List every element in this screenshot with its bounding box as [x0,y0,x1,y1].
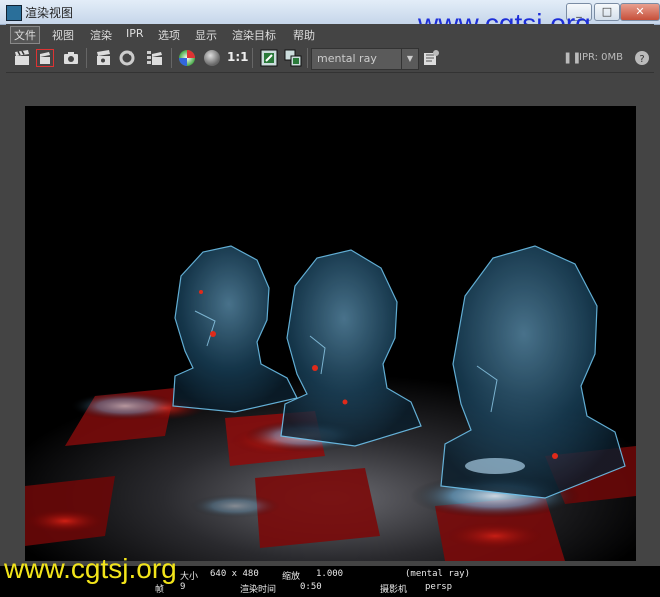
ipr-memory-status: IPR: 0MB [579,52,624,63]
size-label: 大小 [180,572,199,582]
snapshot-icon[interactable] [62,49,80,67]
remove-image-icon[interactable] [284,49,302,67]
camera-label: 摄影机 [380,585,408,595]
watermark-bottom: www.cgtsj.org [4,553,177,584]
menu-file[interactable]: 文件 [10,26,40,44]
toolbar: 1:1 mental ray ▼ ❚❚ IPR: 0MB ? [6,44,654,73]
ipr-render-icon[interactable] [94,49,112,67]
keep-image-icon[interactable] [260,49,278,67]
menu-help[interactable]: 帮助 [293,27,315,43]
frame-value: 9 [180,582,186,592]
render-time-value: 0:50 [300,582,322,592]
menu-bar: 文件 视图 渲染 IPR 选项 显示 渲染目标 帮助 [6,24,654,44]
chevron-down-icon: ▼ [401,49,418,69]
render-settings-icon[interactable] [422,49,440,67]
render-time-label: 渲染时间 [240,585,277,595]
renderer-select[interactable]: mental ray ▼ [311,48,419,70]
menu-render[interactable]: 渲染 [90,27,112,43]
help-icon[interactable]: ? [633,49,651,67]
maya-app-icon [6,5,22,21]
region-render-icon[interactable] [146,49,164,67]
renderer-select-value: mental ray [317,52,377,65]
close-button[interactable]: ✕ [620,3,660,21]
toolbar-separator [252,48,253,68]
real-size-button[interactable]: 1:1 [227,50,249,64]
rendered-scene [25,106,636,561]
zoom-label: 缩放 [282,572,301,582]
toolbar-separator [307,48,308,68]
render-viewport[interactable] [6,73,654,591]
toolbar-separator [171,48,172,68]
renderer-value: (mental ray) [405,569,471,579]
menu-view[interactable]: 视图 [52,27,74,43]
menu-display[interactable]: 显示 [195,27,217,43]
menu-options[interactable]: 选项 [158,27,180,43]
alpha-channel-icon[interactable] [203,49,221,67]
maximize-button[interactable]: □ [594,3,620,21]
redo-render-icon[interactable] [36,49,54,67]
window-title: 渲染视图 [25,6,74,20]
svg-text:?: ? [639,54,644,65]
toolbar-separator [86,48,87,68]
size-value: 640 x 480 [210,569,259,579]
zoom-value: 1.000 [316,569,344,579]
render-view-window: 渲染视图 _ □ ✕ www.cgtsj.org 文件 视图 渲染 IPR 选项… [0,0,660,597]
render-output-image [25,106,636,561]
menu-render-target[interactable]: 渲染目标 [232,27,276,43]
clapboard-icon[interactable] [13,49,31,67]
refresh-icon[interactable] [118,49,136,67]
rgb-channel-icon[interactable] [178,49,196,67]
camera-value: persp [425,582,453,592]
menu-ipr[interactable]: IPR [126,27,144,40]
